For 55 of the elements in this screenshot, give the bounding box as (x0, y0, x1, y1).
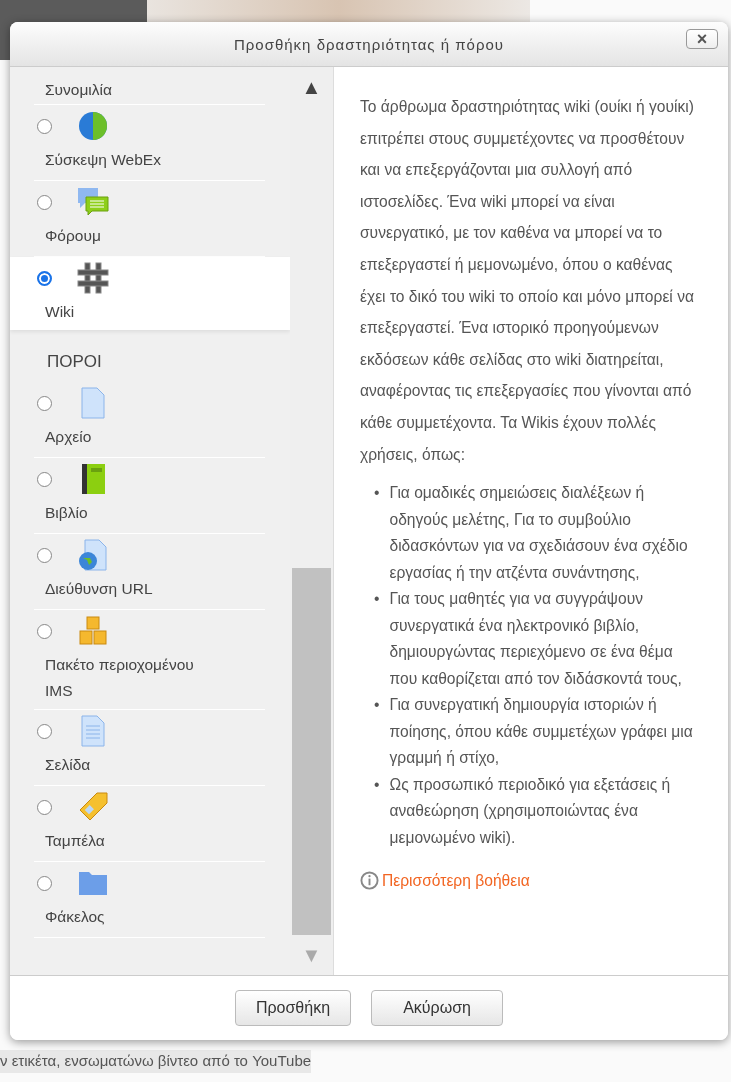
tag-icon (77, 791, 109, 823)
radio-button[interactable] (37, 118, 52, 134)
radio-button[interactable] (37, 547, 52, 563)
radio-button[interactable] (37, 395, 52, 411)
description-bullet: Για συνεργατική δημιουργία ιστοριών ή ποίησης, όπου κάθε συμμετέχων γράφει μια γραμμή ή στίχο, (389, 695, 694, 769)
scrollbar[interactable]: ▲ ▼ (290, 67, 333, 975)
option-row[interactable]: Σελίδα (34, 710, 265, 786)
scrollbar-thumb[interactable] (292, 568, 331, 935)
description-bullet: Για τους μαθητές για να συγγράψουν συνεργατικά ένα ηλεκτρονικό βιβλίο, δημιουργώντας περιεχόμενο σε ένα θέμα που καθορίζεται από τον διδάσκοντά τους, (389, 589, 683, 689)
bullet-marker: • (374, 483, 380, 504)
description-paragraph: Το άρθρωμα δραστηριότητας wiki (ουίκι ή γουίκι) επιτρέπει στους συμμετέχοντες να προσθέτουν και να επεξεργάζονται μια συλλογή από ιστοσελίδες. Ένα wiki μπορεί να είναι συνεργατικό, με τον καθένα να μπορεί να το επεξεργαστεί ή μεμονωμένο, όπου ο καθένας έχει το δικό του wiki το οποίο και μόνο μπορεί να επεξεργαστεί. Ένα ιστορικό προηγούμενων εκδόσεων κάθε σελίδας στο wiki διατηρείται, αναφέροντας τις επεξεργασίες που γίνονται από κάθε συμμετέχοντα. Τα Wikis έχουν πολλές χρήσεις, όπως: (360, 97, 695, 465)
radio-button[interactable] (37, 623, 52, 639)
option-label[interactable]: Φόρουμ (45, 223, 101, 249)
option-label[interactable]: Πακέτο περιοχομένου IMS (45, 652, 215, 704)
scroll-up-button[interactable]: ▲ (301, 77, 322, 97)
option-label[interactable]: Ταμπέλα (45, 828, 105, 854)
option-label[interactable]: Συνομιλία (45, 77, 112, 103)
radio-button[interactable] (37, 194, 52, 210)
radio-button[interactable] (37, 799, 52, 815)
page-text: ν ετικέτα, ενσωματώνω βίντεο από το YouTube (0, 1050, 312, 1073)
option-label[interactable]: Σελίδα (45, 752, 91, 778)
option-label[interactable]: Φάκελος (45, 904, 105, 930)
radio-button[interactable] (37, 723, 52, 739)
option-label[interactable]: Βιβλίο (45, 500, 88, 526)
radio-button[interactable] (37, 471, 52, 487)
selected-option[interactable]: Wiki (10, 257, 290, 330)
bullet-marker: • (374, 695, 380, 716)
speech-bubbles-icon (77, 186, 109, 218)
globe-icon (77, 110, 109, 142)
info-icon (360, 871, 379, 891)
dialog-button[interactable]: Ακύρωση (371, 990, 504, 1026)
option-label[interactable]: Αρχείο (45, 424, 92, 450)
option-label[interactable]: Διεύθυνση URL (45, 576, 153, 602)
bullet-marker: • (374, 589, 380, 610)
option-row[interactable]: Βιβλίο (34, 458, 265, 534)
bullet-marker: • (374, 774, 380, 795)
option-label[interactable]: Wiki (45, 299, 75, 325)
boxes-icon (77, 615, 109, 647)
option-row[interactable]: Ταμπέλα (34, 786, 265, 862)
dialog-title: Προσθήκη δραστηριότητας ή πόρου (233, 35, 505, 53)
section-heading: ΠΟΡΟΙ (47, 352, 103, 372)
option-row[interactable]: Πακέτο περιοχομένου IMS (34, 610, 265, 710)
description-bullet: Ως προσωπικό περιοδικό για εξετάσεις ή αναθεώρηση (χρησιμοποιώντας ένα μεμονωμένο wiki). (389, 774, 672, 848)
option-row[interactable]: Σύσκεψη WebEx (34, 105, 265, 181)
option-label[interactable]: Σύσκεψη WebEx (45, 147, 161, 173)
option-row[interactable]: Αρχείο (34, 382, 265, 458)
close-button[interactable]: × (686, 29, 718, 49)
globe-document-icon (77, 539, 109, 571)
description-bullet: Για ομαδικές σημειώσεις διαλέξεων ή οδηγούς μελέτης, Για το συμβούλιο διδασκόντων για να σχεδιάσουν ένα σχέδιο εργασίας ή την ατζέντα συνάντησης, (389, 483, 689, 583)
radio-button[interactable] (37, 270, 52, 286)
dialog-button[interactable]: Προσθήκη (234, 990, 352, 1026)
radio-button[interactable] (37, 875, 52, 891)
option-row[interactable]: Διεύθυνση URL (34, 534, 265, 610)
option-row[interactable]: Φάκελος (34, 862, 265, 938)
grid-icon (77, 262, 109, 294)
